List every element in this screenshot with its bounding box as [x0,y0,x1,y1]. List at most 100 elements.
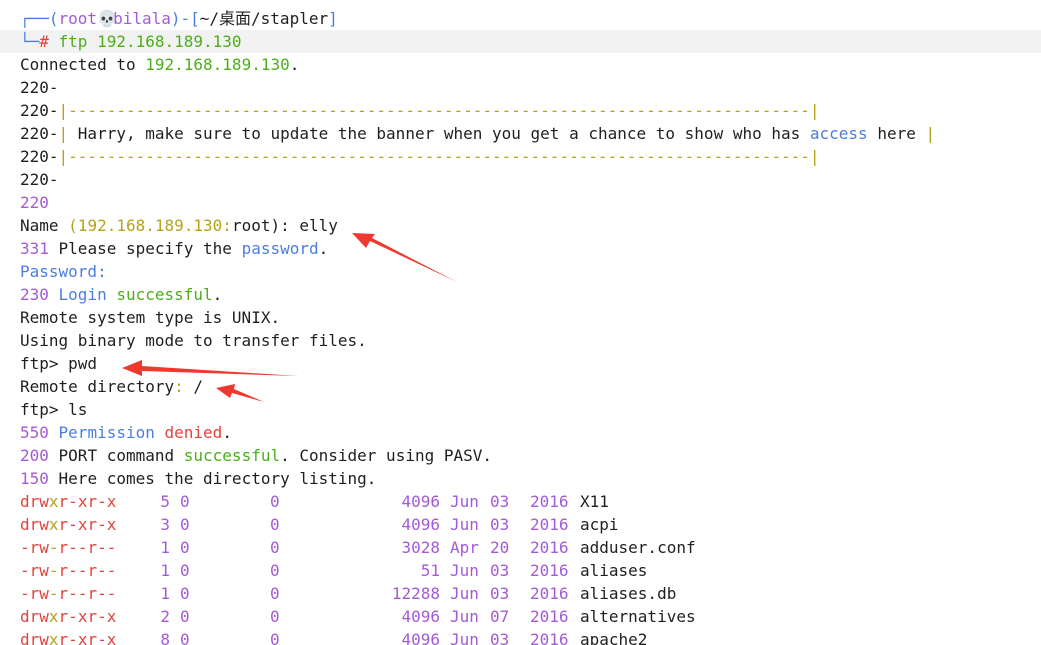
connected-ip: 192.168.189.130 [145,55,290,74]
listing-month: Jun [450,607,479,626]
listing-day: 03 [490,630,510,645]
listing-name: adduser.conf [580,538,696,557]
ftp-prompt: ftp> [20,400,59,419]
banner-message: Harry, make sure to update the banner wh… [77,124,810,143]
ftp-command[interactable]: pwd [59,354,97,373]
prompt-user: root [58,9,98,28]
system-type-line: Remote system type is UNIX. [20,306,280,329]
remote-dir-colon: : [174,377,184,396]
listing-row: drwxr-xr-x 3 0 0 4096 Jun 03 2016 acpi [0,513,1041,536]
connected-line: Connected to 192.168.189.130. [20,53,299,76]
binary-mode-text: Using binary mode to transfer files. [20,331,367,350]
response-code: 230 [20,285,49,304]
listing-row: -rw-r--r-- 1 0 0 12288 Jun 03 2016 aliases.db [0,582,1041,605]
banner-code: 220- [20,101,59,120]
banner-border-top: 220-|-----------------------------------… [20,99,820,122]
annotation-arrow-icon [122,360,298,376]
response-code: 550 [20,423,49,442]
port-command-line: 200 PORT command successful. Consider us… [20,444,492,467]
listing-day: 03 [490,492,510,511]
listing-row: -rw-r--r-- 1 0 0 3028 Apr 20 2016 adduser.conf [0,536,1041,559]
banner-code: 220- [20,124,59,143]
ftp-pwd-line[interactable]: ftp> pwd [20,352,97,375]
skull-icon: 💀 [97,9,117,28]
listing-day: 20 [490,538,510,557]
remote-directory-line: Remote directory: / [20,375,203,398]
name-input-value[interactable]: ): elly [270,216,337,235]
connected-text: Connected to [20,55,146,74]
listing-size: 4096 [401,515,440,534]
shell-prompt-line-1: ┌──(root💀bilala)-[~/桌面/stapler] [20,7,338,30]
listing-row: -rw-r--r-- 1 0 0 51 Jun 03 2016 aliases [0,559,1041,582]
name-root: root [231,216,271,235]
response-text: PORT command [48,446,184,465]
prompt-mid: )-[ [170,9,200,28]
prompt-open: ┌──( [20,9,59,28]
password-word: password [241,239,319,258]
password-request-line: 331 Please specify the password. [20,237,328,260]
prompt-host: bilala [113,9,171,28]
banner-pipe: | [925,124,936,143]
name-host: (192.168.189.130: [68,216,232,235]
banner-message-line: 220-| Harry, make sure to update the ban… [20,122,935,145]
listing-month: Apr [450,538,479,557]
listing-name: acpi [580,515,619,534]
listing-year: 2016 [530,584,569,603]
listing-day: 03 [490,561,510,580]
banner-line-end: 220 [20,191,49,214]
listing-name: X11 [580,492,609,511]
prompt-close: ] [328,9,338,28]
banner-code: 220- [20,78,59,97]
listing-day: 07 [490,607,510,626]
banner-code: 220- [20,170,59,189]
response-code: 200 [20,446,49,465]
listing-size: 4096 [401,630,440,645]
ftp-ls-line[interactable]: ftp> ls [20,398,87,421]
login-word: Login [48,285,117,304]
ftp-command[interactable]: ls [59,400,87,419]
password-prompt-line[interactable]: Password: [20,260,107,283]
shell-command-line: └─# ftp 192.168.189.130 [0,30,1041,53]
password-label: Password: [20,262,107,281]
prompt-path: ~/桌面/stapler [199,9,329,28]
listing-name: aliases [580,561,648,580]
name-prompt-line[interactable]: Name (192.168.189.130:root): elly [20,214,338,237]
login-line: 230 Login successful. [20,283,222,306]
listing-size: 4096 [401,492,440,511]
banner-line-end-dash: 220- [20,168,59,191]
listing-year: 2016 [530,492,569,511]
ftp-prompt: ftp> [20,354,59,373]
listing-size: 51 [420,561,440,580]
listing-start-line: 150 Here comes the directory listing. [20,467,376,490]
prompt-line2-prefix: └─ [20,32,40,51]
listing-year: 2016 [530,561,569,580]
response-text: Please specify the [48,239,242,258]
permission-denied-line: 550 Permission denied. [20,421,232,444]
denied-word: denied [154,423,223,442]
success-word: successful [116,285,213,304]
banner-border: |---------------------------------------… [58,101,820,120]
banner-line-1: 220- [20,76,59,99]
response-dot: . [318,239,329,258]
permission-word: Permission [48,423,155,442]
annotation-arrow-icon [216,384,264,402]
response-dot: . [222,423,232,442]
binary-mode-line: Using binary mode to transfer files. [20,329,367,352]
remote-dir-label: Remote directory [20,377,175,396]
connected-dot: . [289,55,300,74]
listing-name: alternatives [580,607,696,626]
banner-access-word: access [809,124,868,143]
banner-code: 220- [20,147,59,166]
listing-day: 03 [490,515,510,534]
terminal-window: ┌──(root💀bilala)-[~/桌面/stapler] └─# ftp … [0,0,1041,645]
listing-name: apache2 [580,630,648,645]
listing-month: Jun [450,630,479,645]
response-code: 331 [20,239,49,258]
banner-border: |---------------------------------------… [58,147,820,166]
response-code: 150 [20,469,49,488]
annotation-arrow-icon [352,233,457,282]
banner-pipe: | [58,124,78,143]
prompt-hash: # [39,32,49,51]
listing-month: Jun [450,561,479,580]
listing-year: 2016 [530,538,569,557]
